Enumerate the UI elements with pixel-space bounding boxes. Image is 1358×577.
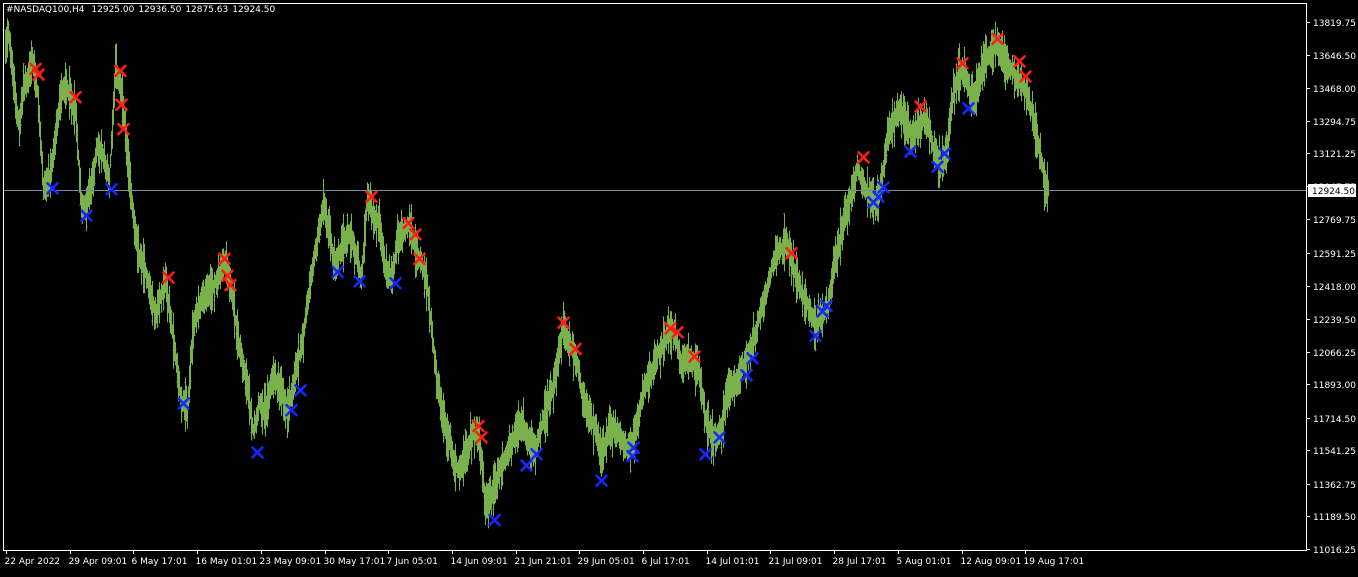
- x-tick-label: 16 May 01:01: [196, 557, 258, 567]
- x-tick-label: 23 May 09:01: [260, 557, 322, 567]
- x-tick-label: 6 Jul 17:01: [642, 557, 690, 567]
- low-value: 12875.63: [185, 5, 229, 15]
- y-tick-label: 13646.50: [1313, 52, 1356, 62]
- x-tick-label: 14 Jul 01:01: [706, 557, 760, 567]
- current-price-label: 12924.50: [1312, 187, 1355, 197]
- y-tick-label: 11541.25: [1313, 447, 1356, 457]
- x-tick-label: 29 Apr 09:01: [69, 557, 128, 567]
- chart-window[interactable]: 13819.75 13646.50 13468.00 13294.75 13121.25…: [0, 0, 1358, 573]
- high-value: 12936.50: [138, 5, 182, 15]
- y-tick-label: 11189.50: [1313, 513, 1356, 523]
- close-value: 12924.50: [232, 5, 276, 15]
- y-tick-label: 11714.50: [1313, 415, 1356, 425]
- symbol-label: #NASDAQ100,H4: [6, 5, 85, 15]
- x-tick-label: 29 Jun 05:01: [578, 557, 635, 567]
- y-tick-label: 13468.00: [1313, 85, 1356, 95]
- price-chart[interactable]: 13819.75 13646.50 13468.00 13294.75 13121.25…: [0, 0, 1358, 573]
- x-tick-label: 21 Jun 21:01: [515, 557, 572, 567]
- y-tick-label: 13294.75: [1313, 118, 1356, 128]
- x-tick-label: 21 Jul 09:01: [769, 557, 823, 567]
- x-tick-label: 6 May 17:01: [132, 557, 188, 567]
- x-tick-label: 22 Apr 2022: [5, 557, 61, 567]
- x-tick-label: 28 Jul 17:01: [833, 557, 887, 567]
- y-tick-label: 11016.25: [1313, 546, 1356, 556]
- y-tick-label: 12418.00: [1313, 283, 1356, 293]
- y-tick-label: 13121.25: [1313, 150, 1356, 160]
- y-tick-label: 12591.25: [1313, 250, 1356, 260]
- y-tick-label: 11362.75: [1313, 481, 1356, 491]
- y-tick-label: 11893.00: [1313, 381, 1356, 391]
- y-tick-label: 13819.75: [1313, 19, 1356, 29]
- y-tick-label: 12769.75: [1313, 216, 1356, 226]
- chart-info-label: #NASDAQ100,H4 12925.00 12936.50 12875.63 12…: [6, 5, 279, 15]
- x-tick-label: 14 Jun 09:01: [451, 557, 508, 567]
- x-tick-label: 5 Aug 01:01: [897, 557, 952, 567]
- x-tick-label: 12 Aug 09:01: [961, 557, 1022, 567]
- x-tick-label: 30 May 17:01: [324, 557, 386, 567]
- x-tick-label: 7 Jun 05:01: [387, 557, 438, 567]
- y-tick-label: 12239.50: [1313, 316, 1356, 326]
- y-tick-label: 12066.25: [1313, 349, 1356, 359]
- x-tick-label: 19 Aug 17:01: [1024, 557, 1085, 567]
- current-price-marker: 12924.50: [1308, 184, 1356, 197]
- open-value: 12925.00: [91, 5, 135, 15]
